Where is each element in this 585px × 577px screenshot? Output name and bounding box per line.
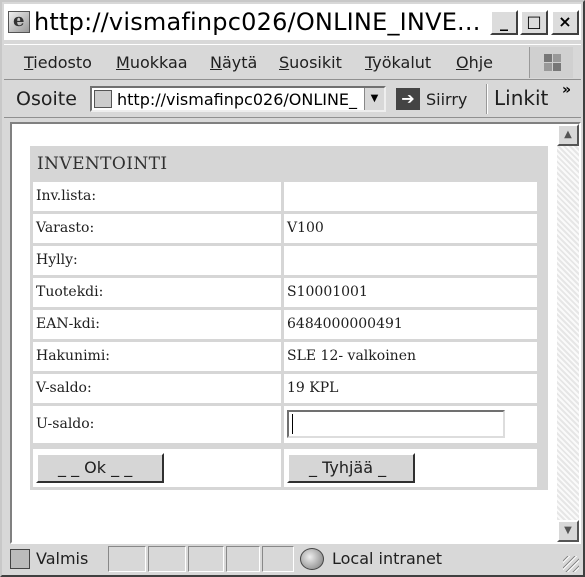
links-button[interactable]: Linkit — [494, 86, 548, 110]
menu-suosikit[interactable]: Suosikit — [279, 53, 342, 72]
menu-tyokalut[interactable]: Työkalut — [365, 53, 431, 72]
field-value: 19 KPL — [284, 374, 537, 403]
intranet-zone-icon — [300, 548, 324, 570]
form-row-varasto: Varasto: V100 — [33, 214, 545, 243]
field-label: U-saldo: — [33, 406, 281, 443]
u-saldo-input[interactable] — [287, 410, 505, 438]
scroll-up-icon[interactable]: ▲ — [557, 124, 579, 146]
field-label: Inv.lista: — [33, 182, 281, 211]
ie-page-icon — [8, 10, 30, 33]
window-title: http://vismafinpc026/ONLINE_INVE... — [34, 8, 481, 36]
form-row-u-saldo: U-saldo: — [33, 406, 545, 443]
field-label: Hakunimi: — [33, 342, 281, 371]
address-bar: Osoite http://vismafinpc026/ONLINE_ ▼ ➔ … — [4, 80, 581, 118]
browser-window: http://vismafinpc026/ONLINE_INVE... _ □ … — [0, 0, 585, 577]
field-value — [284, 182, 537, 211]
field-label: V-saldo: — [33, 374, 281, 403]
status-bar: Valmis Local intranet — [4, 544, 581, 574]
menu-tiedosto[interactable]: Tiedosto — [24, 53, 92, 72]
status-panel — [108, 546, 146, 572]
button-cell: _ _ Ok _ _ — [33, 449, 281, 487]
status-panel — [188, 546, 224, 572]
field-value: V100 — [284, 214, 537, 243]
form-row-hylly: Hylly: — [33, 246, 545, 275]
form-row-v-saldo: V-saldo: 19 KPL — [33, 374, 545, 403]
scroll-down-icon[interactable]: ▼ — [557, 520, 579, 542]
status-panel — [226, 546, 260, 572]
chevron-down-icon[interactable]: ▼ — [364, 88, 384, 110]
field-label: EAN-kdi: — [33, 310, 281, 339]
menu-ohje[interactable]: Ohje — [456, 53, 493, 72]
field-value: SLE 12- valkoinen — [284, 342, 537, 371]
field-value: S10001001 — [284, 278, 537, 307]
form-button-row: _ _ Ok _ _ _ Tyhjää _ — [33, 449, 545, 487]
resize-grip[interactable] — [563, 556, 579, 572]
field-label: Tuotekdi: — [33, 278, 281, 307]
ok-button[interactable]: _ _ Ok _ _ — [36, 453, 164, 483]
menu-muokkaa[interactable]: Muokkaa — [116, 53, 188, 72]
form-row-tuotekdi: Tuotekdi: S10001001 — [33, 278, 545, 307]
page-done-icon — [10, 549, 30, 569]
windows-logo-icon — [529, 47, 573, 78]
close-button[interactable]: × — [551, 10, 579, 35]
page-icon — [94, 90, 112, 108]
minimize-button[interactable]: _ — [490, 10, 518, 35]
button-cell: _ Tyhjää _ — [284, 449, 537, 487]
address-url: http://vismafinpc026/ONLINE_ — [117, 90, 358, 109]
form-title: INVENTOINTI — [37, 154, 168, 174]
field-value — [284, 406, 537, 443]
go-arrow-icon[interactable]: ➔ — [396, 88, 420, 110]
menu-bar: Tiedosto Muokkaa Näytä Suosikit Työkalut… — [4, 44, 581, 80]
text-caret — [292, 414, 293, 434]
inventory-form: INVENTOINTI Inv.lista: Varasto: V100 Hyl… — [30, 146, 548, 490]
menu-nayta[interactable]: Näytä — [210, 53, 257, 72]
page-content: INVENTOINTI Inv.lista: Varasto: V100 Hyl… — [10, 122, 581, 544]
maximize-button[interactable]: □ — [520, 10, 548, 35]
field-value: 6484000000491 — [284, 310, 537, 339]
field-label: Hylly: — [33, 246, 281, 275]
security-zone: Local intranet — [332, 549, 443, 568]
clear-button[interactable]: _ Tyhjää _ — [287, 453, 415, 483]
status-panel — [148, 546, 186, 572]
form-row-inv-list: Inv.lista: — [33, 182, 545, 211]
chevron-more-icon[interactable]: » — [562, 82, 571, 98]
title-bar: http://vismafinpc026/ONLINE_INVE... _ □ … — [4, 4, 581, 40]
address-label: Osoite — [16, 88, 77, 110]
vertical-scrollbar[interactable]: ▲ ▼ — [557, 124, 579, 542]
go-button[interactable]: Siirry — [426, 90, 467, 109]
field-label: Varasto: — [33, 214, 281, 243]
status-text: Valmis — [36, 549, 89, 568]
address-input[interactable]: http://vismafinpc026/ONLINE_ ▼ — [90, 86, 386, 112]
field-value — [284, 246, 537, 275]
form-row-hakunimi: Hakunimi: SLE 12- valkoinen — [33, 342, 545, 371]
toolbar-separator — [486, 84, 488, 114]
status-panel — [262, 546, 294, 572]
form-row-ean: EAN-kdi: 6484000000491 — [33, 310, 545, 339]
